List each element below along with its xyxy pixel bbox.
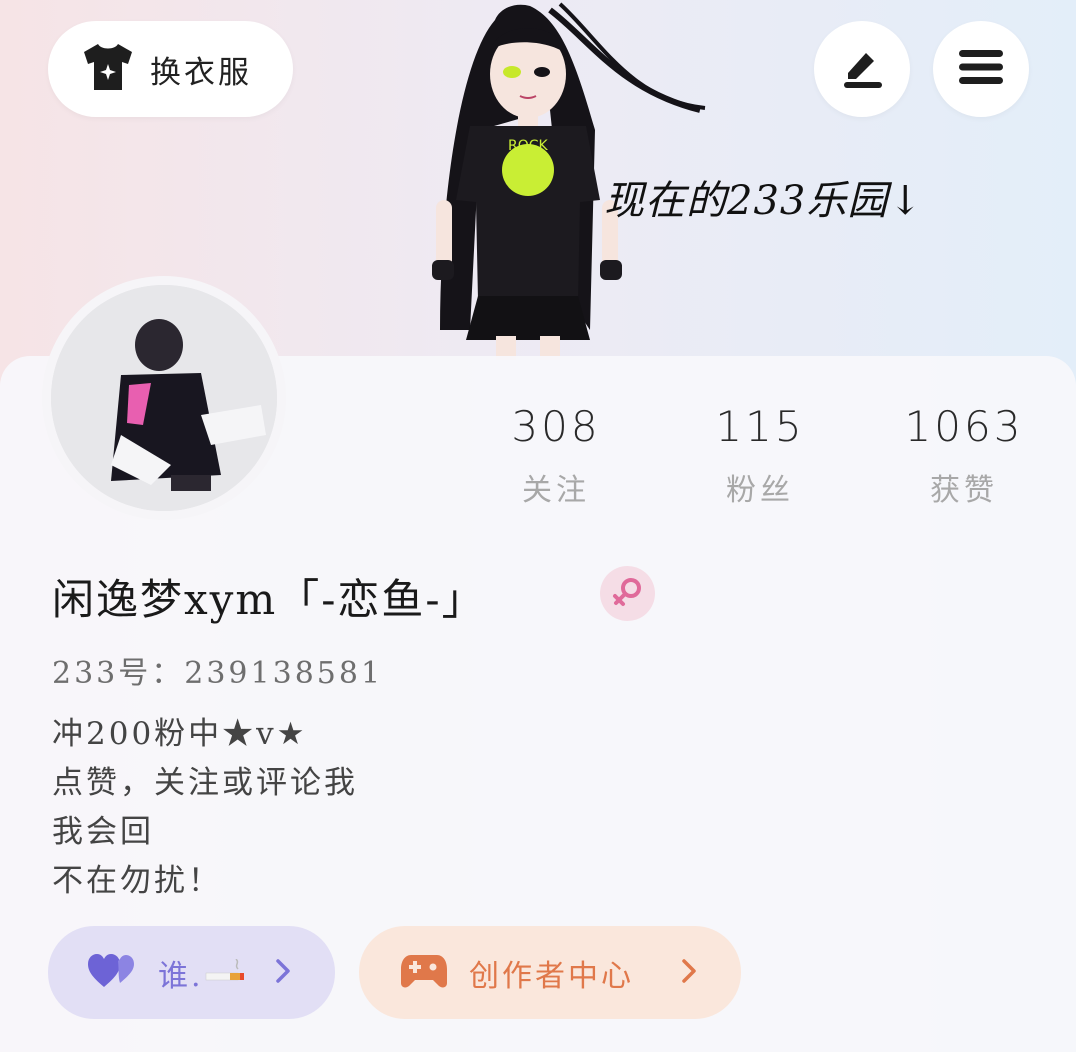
edit-profile-button[interactable] — [814, 21, 910, 117]
who-visited-button[interactable]: 谁. — [48, 926, 335, 1019]
likes-label: 获赞 — [930, 473, 998, 508]
stat-fans[interactable]: 115 粉丝 — [680, 402, 840, 509]
likes-count: 1063 — [904, 402, 1024, 451]
menu-button[interactable] — [933, 21, 1029, 117]
tshirt-icon — [80, 42, 136, 96]
following-label: 关注 — [522, 473, 590, 508]
bio-line: 不在勿扰！ — [52, 863, 222, 899]
user-id: 233号：239138581 — [52, 656, 384, 691]
avatar[interactable] — [51, 285, 277, 511]
banner-caption: 现在的233乐园↓ — [604, 178, 923, 224]
bio: 冲200粉中★v★ 点赞，关注或评论我 我会回 不在勿扰！ — [52, 710, 358, 906]
bio-line: 点赞，关注或评论我 — [52, 765, 358, 801]
gender-badge — [600, 566, 655, 621]
who-visited-label: 谁. — [158, 958, 204, 994]
creator-center-label: 创作者中心 — [469, 958, 634, 994]
change-outfit-button[interactable]: 换衣服 — [48, 21, 293, 117]
gamepad-icon — [401, 953, 447, 993]
stat-following[interactable]: 308 关注 — [476, 402, 636, 509]
svg-text:ROCK: ROCK — [508, 138, 549, 154]
stat-likes[interactable]: 1063 获赞 — [884, 402, 1044, 509]
chevron-right-icon — [275, 958, 291, 988]
change-outfit-label: 换衣服 — [150, 54, 252, 91]
bio-line: 冲200粉中★v★ — [52, 716, 308, 752]
cigarette-icon — [204, 957, 248, 987]
creator-center-button[interactable]: 创作者中心 — [359, 926, 741, 1019]
following-count: 308 — [511, 402, 601, 451]
chevron-right-icon — [681, 958, 697, 988]
bio-line: 我会回 — [52, 814, 154, 850]
fans-label: 粉丝 — [726, 473, 794, 508]
female-icon — [611, 575, 645, 613]
fans-count: 115 — [715, 402, 805, 451]
username: 闲逸梦xym「-恋鱼-」 — [52, 575, 486, 624]
hearts-icon — [88, 953, 136, 993]
edit-icon — [838, 45, 886, 93]
menu-icon — [957, 48, 1005, 90]
